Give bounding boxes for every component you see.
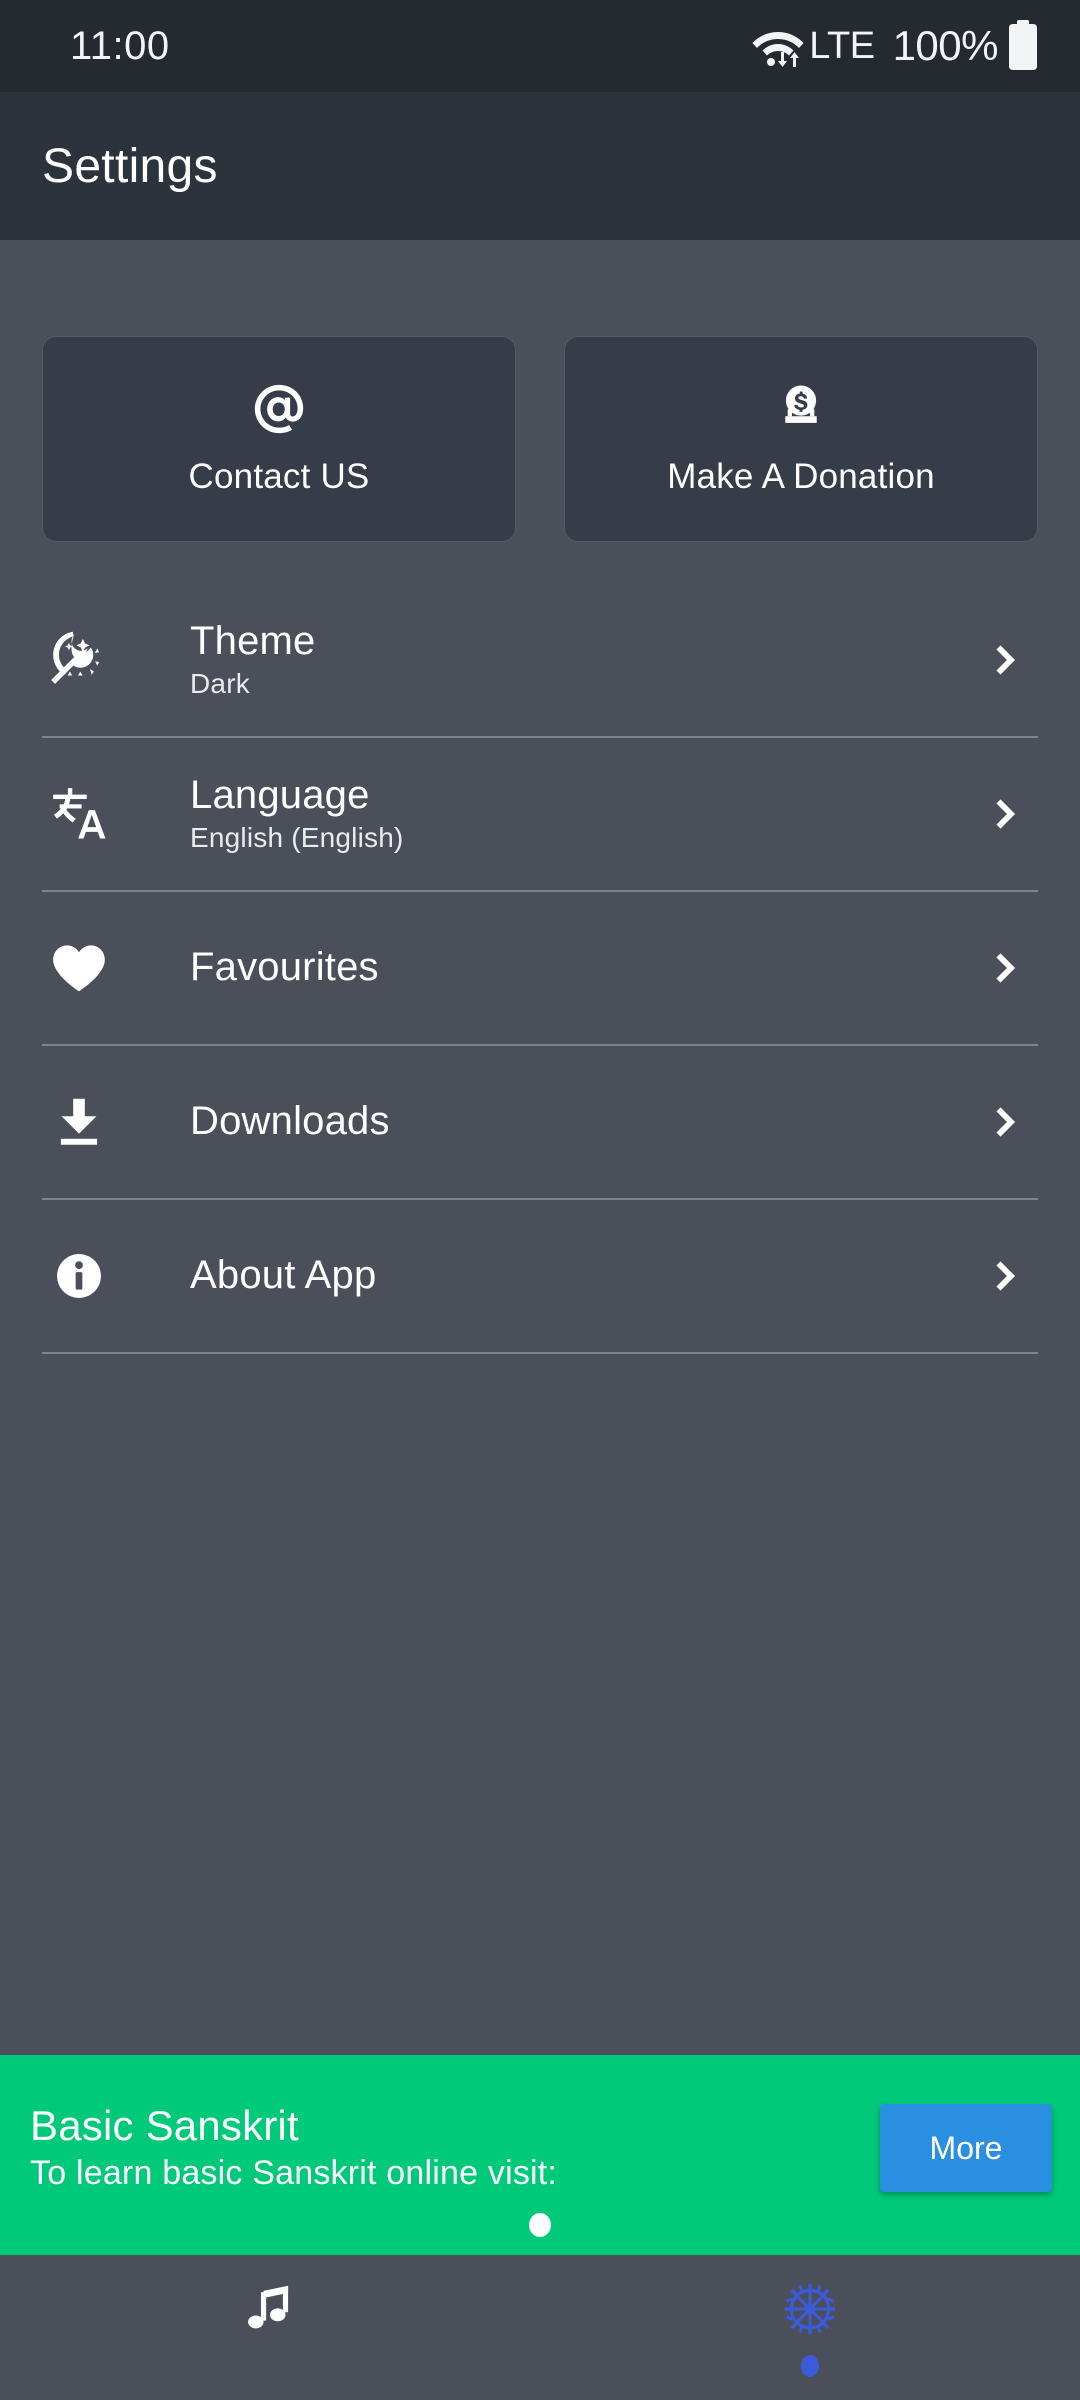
settings-row-theme-subtitle: Dark <box>190 668 250 700</box>
settings-row-downloads-texts: Downloads <box>142 1100 984 1143</box>
network-type-label: LTE <box>809 24 875 67</box>
settings-row-language[interactable]: Language English (English) <box>42 738 1038 892</box>
info-circle-icon <box>42 1245 142 1307</box>
settings-row-downloads-title: Downloads <box>190 1099 390 1144</box>
settings-row-language-texts: Language English (English) <box>142 773 984 854</box>
chevron-right-icon[interactable] <box>984 637 1038 683</box>
ad-banner-text: Basic Sanskrit To learn basic Sanskrit o… <box>30 2103 880 2192</box>
music-note-icon <box>239 2278 301 2345</box>
settings-row-favourites-title: Favourites <box>190 945 379 990</box>
phone-screen: 11:00 LTE 100% Settings Contact US Make … <box>0 0 1080 2400</box>
nav-item-settings[interactable] <box>540 2255 1080 2400</box>
theme-day-night-icon <box>42 629 142 691</box>
wifi-data-icon <box>749 24 807 68</box>
page-title: Settings <box>42 139 218 193</box>
settings-row-downloads[interactable]: Downloads <box>42 1046 1038 1200</box>
bottom-navigation-bar <box>0 2255 1080 2400</box>
at-sign-icon <box>250 381 308 437</box>
status-clock: 11:00 <box>70 23 170 68</box>
ad-banner-title: Basic Sanskrit <box>30 2102 299 2150</box>
chevron-right-icon[interactable] <box>984 945 1038 991</box>
chevron-right-icon[interactable] <box>984 1099 1038 1145</box>
heart-icon <box>42 937 142 999</box>
status-indicators: LTE 100% <box>749 20 1040 72</box>
battery-percent-label: 100% <box>892 22 999 69</box>
settings-row-favourites-texts: Favourites <box>142 946 984 989</box>
translate-icon <box>42 783 142 845</box>
settings-row-about-app-title: About App <box>190 1253 377 1298</box>
action-card-row: Contact US Make A Donation <box>0 240 1080 542</box>
settings-content: Contact US Make A Donation Theme Dark La… <box>0 240 1080 2055</box>
ad-more-button[interactable]: More <box>880 2104 1052 2192</box>
download-icon <box>42 1091 142 1153</box>
chevron-right-icon[interactable] <box>984 1253 1038 1299</box>
settings-row-theme-title: Theme <box>190 619 316 663</box>
settings-row-theme-texts: Theme Dark <box>142 619 984 700</box>
settings-row-theme[interactable]: Theme Dark <box>42 584 1038 738</box>
settings-row-language-subtitle: English (English) <box>190 822 404 854</box>
settings-list: Theme Dark Language English (English) Fa… <box>0 584 1080 1354</box>
ad-carousel-indicator-dot[interactable] <box>529 2213 551 2237</box>
battery-full-icon <box>1006 20 1040 72</box>
nav-item-music[interactable] <box>0 2255 540 2400</box>
nav-active-dot <box>801 2355 819 2377</box>
status-bar: 11:00 LTE 100% <box>0 0 1080 92</box>
gear-icon <box>779 2278 841 2345</box>
donation-coin-icon <box>772 381 830 437</box>
ad-banner-subtitle: To learn basic Sanskrit online visit: <box>30 2153 558 2192</box>
make-a-donation-label: Make A Donation <box>667 457 935 496</box>
settings-row-about-app-texts: About App <box>142 1254 984 1297</box>
settings-row-language-title: Language <box>190 773 370 817</box>
app-bar: Settings <box>0 92 1080 240</box>
contact-us-card[interactable]: Contact US <box>42 336 516 542</box>
chevron-right-icon[interactable] <box>984 791 1038 837</box>
settings-row-favourites[interactable]: Favourites <box>42 892 1038 1046</box>
ad-banner[interactable]: Basic Sanskrit To learn basic Sanskrit o… <box>0 2055 1080 2255</box>
settings-row-about-app[interactable]: About App <box>42 1200 1038 1354</box>
make-a-donation-card[interactable]: Make A Donation <box>564 336 1038 542</box>
contact-us-label: Contact US <box>188 457 370 496</box>
